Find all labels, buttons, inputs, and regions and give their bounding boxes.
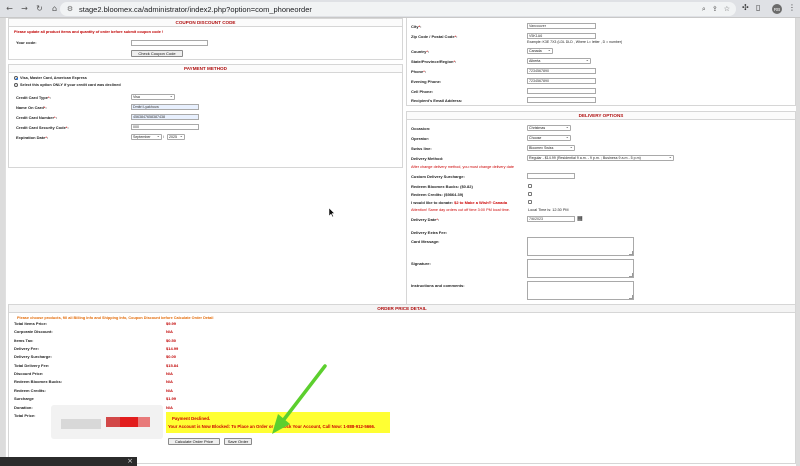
annotation-arrow-icon	[272, 364, 327, 434]
mouse-cursor-icon	[329, 208, 335, 217]
close-icon[interactable]: ×	[127, 457, 133, 465]
taskbar: ×	[0, 457, 137, 466]
